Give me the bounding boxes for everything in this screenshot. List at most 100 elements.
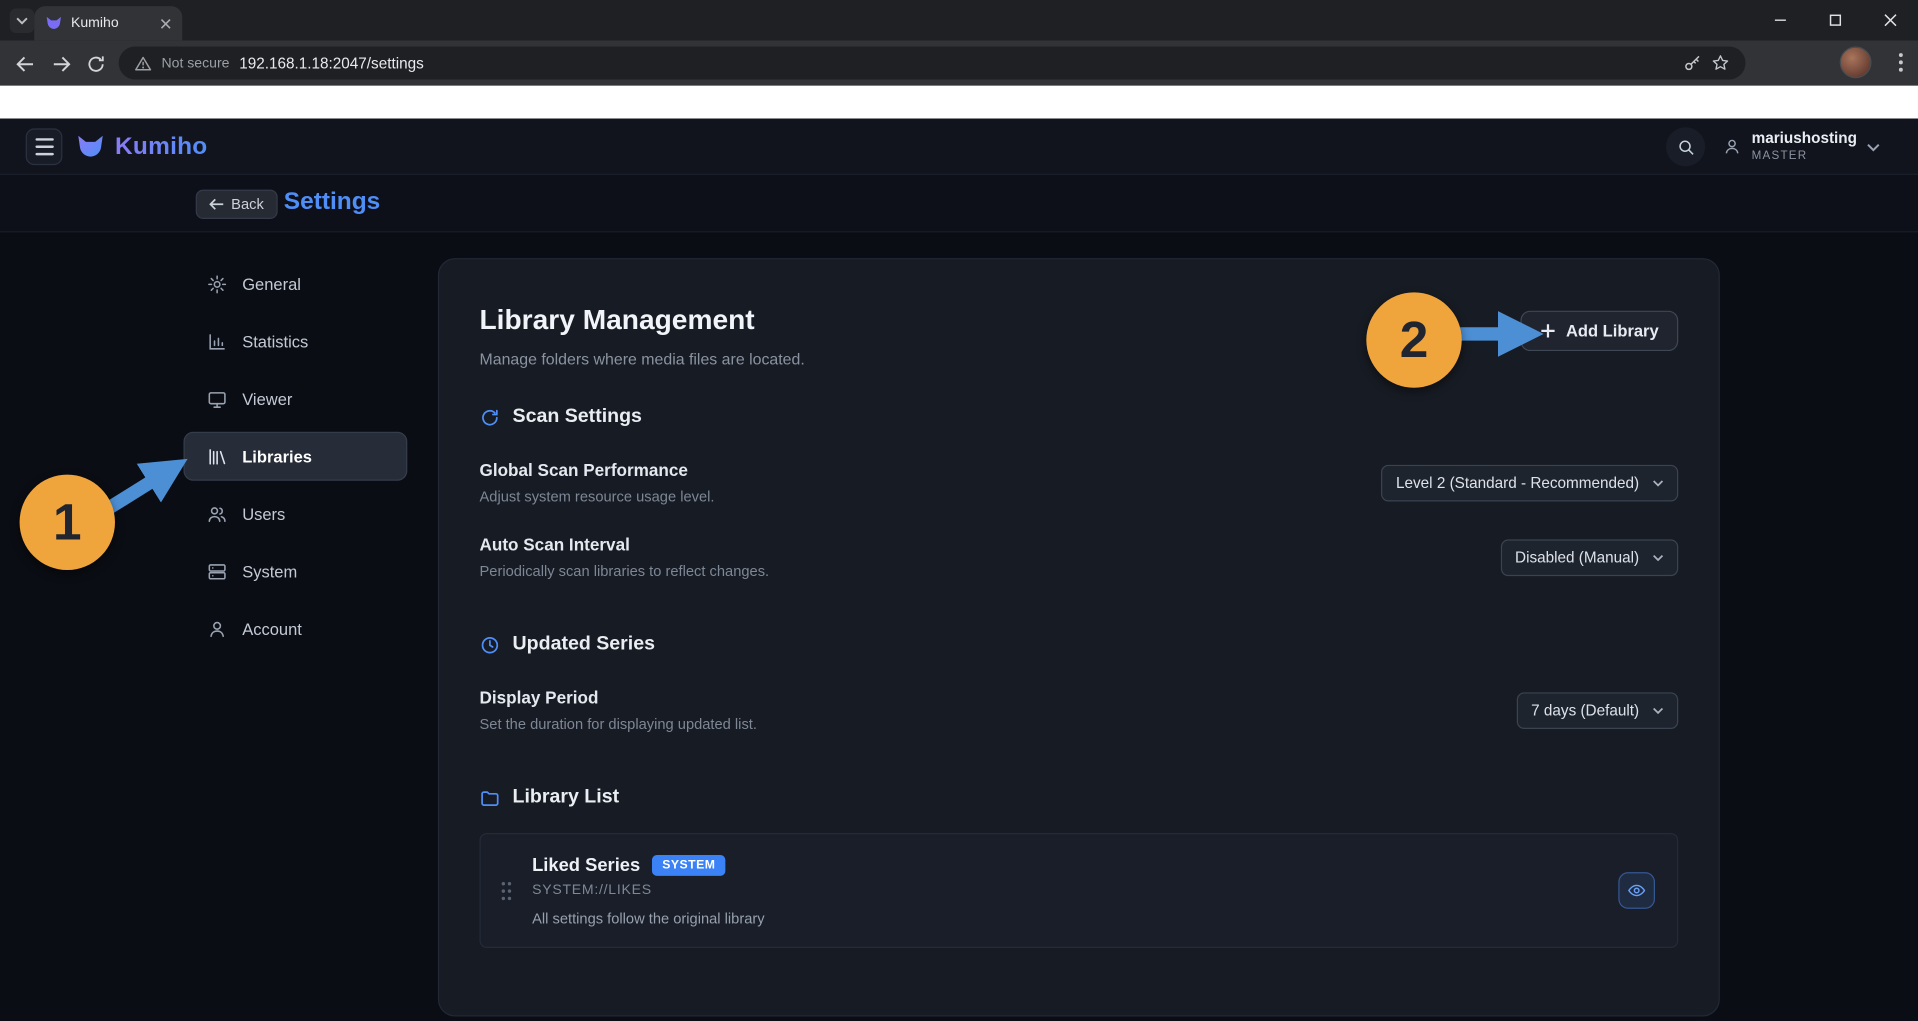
add-library-button[interactable]: Add Library — [1521, 311, 1679, 351]
display-period-select[interactable]: 7 days (Default) — [1516, 692, 1678, 729]
visibility-icon — [1627, 881, 1647, 901]
setting-label: Auto Scan Interval — [479, 535, 769, 555]
sidebar-item-statistics[interactable]: Statistics — [183, 317, 407, 366]
warning-icon — [135, 56, 152, 71]
kumiho-app: Kumiho mariushosting MASTER Back Setting… — [0, 119, 1918, 1021]
sidebar-item-label: System — [242, 562, 297, 580]
scan-settings-section-header: Scan Settings — [479, 406, 1678, 428]
hamburger-button[interactable] — [26, 128, 63, 165]
setting-row-global-scan: Global Scan Performance Adjust system re… — [479, 460, 1678, 505]
library-management-panel: Library Management Manage folders where … — [438, 258, 1720, 1016]
setting-desc: Periodically scan libraries to reflect c… — [479, 563, 769, 580]
system-badge: SYSTEM — [652, 854, 725, 875]
back-button[interactable]: Back — [196, 190, 278, 219]
library-item-body: Liked Series SYSTEM SYSTEM://LIKES All s… — [532, 854, 1599, 926]
setting-label: Global Scan Performance — [479, 460, 714, 480]
scan-icon — [479, 407, 500, 428]
account-icon — [207, 618, 228, 639]
library-path: SYSTEM://LIKES — [532, 883, 1599, 898]
sidebar-item-label: Account — [242, 620, 302, 638]
auto-scan-interval-select[interactable]: Disabled (Manual) — [1500, 539, 1678, 576]
general-icon — [207, 273, 228, 294]
sidebar-item-libraries[interactable]: Libraries — [183, 432, 407, 481]
sidebar-item-label: Statistics — [242, 332, 308, 350]
browser-tabstrip: Kumiho — [0, 0, 1918, 40]
user-role-badge: MASTER — [1752, 149, 1857, 164]
browser-tab[interactable]: Kumiho — [34, 6, 182, 40]
updated-series-section-header: Updated Series — [479, 634, 1678, 656]
library-list-item: Liked Series SYSTEM SYSTEM://LIKES All s… — [479, 833, 1678, 948]
library-list-section-header: Library List — [479, 787, 1678, 809]
browser-avatar[interactable] — [1840, 46, 1872, 78]
chevron-down-icon — [1867, 143, 1880, 152]
user-name: mariushosting — [1752, 130, 1857, 149]
key-icon[interactable] — [1683, 54, 1701, 72]
sidebar-item-system[interactable]: System — [183, 547, 407, 596]
url-text: 192.168.1.18:2047/settings — [239, 54, 1673, 71]
settings-subheader: Back Settings — [0, 175, 1918, 232]
drag-handle-icon[interactable] — [500, 880, 512, 901]
back-label: Back — [231, 196, 264, 213]
users-icon — [207, 503, 228, 524]
sidebar-item-label: General — [242, 275, 301, 293]
setting-row-display-period: Display Period Set the duration for disp… — [479, 687, 1678, 732]
brand-name: Kumiho — [115, 133, 208, 161]
star-icon[interactable] — [1711, 54, 1729, 72]
sidebar-item-account[interactable]: Account — [183, 604, 407, 653]
panel-title: Library Management — [479, 303, 804, 336]
search-icon — [1676, 138, 1694, 156]
section-title: Library List — [513, 787, 620, 809]
library-description: All settings follow the original library — [532, 909, 1599, 926]
setting-label: Display Period — [479, 687, 756, 707]
viewer-icon — [207, 388, 228, 409]
brand-link[interactable]: Kumiho — [76, 119, 208, 175]
library-name: Liked Series — [532, 854, 640, 875]
global-scan-performance-select[interactable]: Level 2 (Standard - Recommended) — [1381, 464, 1678, 501]
user-icon — [1722, 137, 1742, 157]
add-icon — [1540, 323, 1556, 339]
visibility-button[interactable] — [1618, 872, 1655, 909]
window-close-button[interactable] — [1863, 0, 1918, 40]
tab-search-button[interactable] — [10, 9, 34, 33]
chevron-down-icon — [1653, 479, 1664, 486]
back-arrow-icon — [209, 198, 224, 210]
chevron-down-icon — [16, 17, 28, 24]
user-menu[interactable]: mariushosting MASTER — [1722, 127, 1880, 166]
tab-title: Kumiho — [71, 16, 152, 31]
select-value: Disabled (Manual) — [1515, 549, 1639, 566]
browser-reload-button[interactable] — [81, 49, 110, 78]
select-value: 7 days (Default) — [1531, 702, 1639, 719]
panel-header: Library Management Manage folders where … — [479, 303, 1678, 368]
panel-subtitle: Manage folders where media files are loc… — [479, 350, 804, 368]
app-navbar: Kumiho mariushosting MASTER — [0, 119, 1918, 175]
screen: Kumiho Not secure 192.168.1.18:2047/sett… — [0, 0, 1918, 1021]
browser-toolbar: Not secure 192.168.1.18:2047/settings — [0, 40, 1918, 85]
libraries-icon — [207, 446, 228, 467]
browser-forward-button[interactable] — [46, 49, 75, 78]
favicon-fox-icon — [45, 15, 62, 32]
page-top-strip — [0, 86, 1918, 119]
search-button[interactable] — [1666, 127, 1705, 166]
window-maximize-button[interactable] — [1808, 0, 1863, 40]
sidebar-item-label: Viewer — [242, 390, 292, 408]
chevron-down-icon — [1653, 554, 1664, 561]
window-controls — [1753, 0, 1918, 40]
add-library-label: Add Library — [1566, 322, 1659, 340]
url-bar[interactable]: Not secure 192.168.1.18:2047/settings — [119, 46, 1746, 79]
system-icon — [207, 561, 228, 582]
setting-row-auto-scan: Auto Scan Interval Periodically scan lib… — [479, 535, 1678, 580]
library-list-icon — [479, 787, 500, 808]
sidebar-item-general[interactable]: General — [183, 259, 407, 308]
window-minimize-button[interactable] — [1753, 0, 1808, 40]
section-title: Scan Settings — [513, 406, 642, 428]
updated-icon — [479, 634, 500, 655]
browser-back-button[interactable] — [10, 49, 39, 78]
sidebar-item-users[interactable]: Users — [183, 489, 407, 538]
annotation-step-2: 2 — [1366, 292, 1461, 387]
browser-menu-button[interactable] — [1887, 49, 1914, 76]
tab-close-icon[interactable] — [160, 18, 171, 29]
sidebar-item-viewer[interactable]: Viewer — [183, 374, 407, 423]
chevron-down-icon — [1653, 706, 1664, 713]
annotation-step-1: 1 — [20, 475, 115, 570]
sidebar-item-label: Users — [242, 505, 285, 523]
